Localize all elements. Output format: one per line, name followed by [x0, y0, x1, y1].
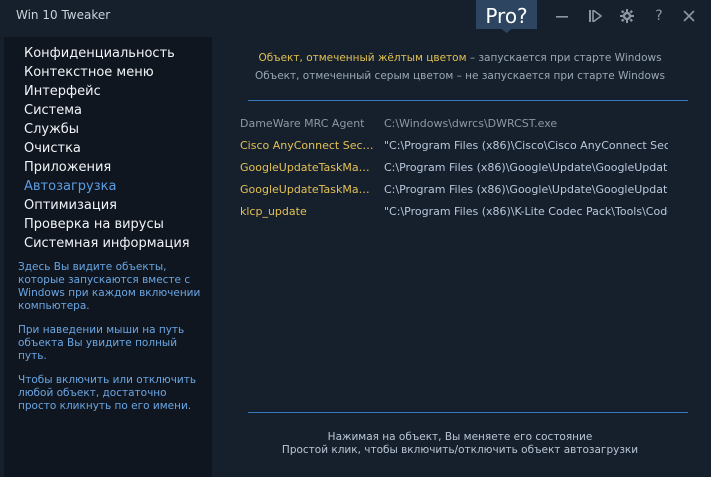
app-window: Win 10 Tweaker Pro? ? Конфиденциальность…	[0, 0, 711, 477]
sidebar-hints: Здесь Вы видите объекты, которые запуска…	[18, 261, 208, 424]
sidebar-hint: Чтобы включить или отключить любой объек…	[18, 374, 197, 412]
top-divider	[248, 100, 688, 101]
minimize-icon[interactable]	[549, 4, 575, 28]
legend-yellow-part: Объект, отмеченный жёлтым цветом	[258, 52, 467, 64]
startup-item-name[interactable]: GoogleUpdateTaskMachi...	[240, 160, 375, 176]
sidebar-item[interactable]: Интерфейс	[4, 82, 212, 101]
window-title: Win 10 Tweaker	[16, 8, 111, 22]
sidebar-item[interactable]: Приложения	[4, 158, 212, 177]
footer-hint-line1: Нажимая на объект, Вы меняете его состоя…	[327, 431, 593, 443]
startup-item-path[interactable]: C:\Program Files (x86)\Google\Update\Goo…	[384, 160, 668, 176]
sidebar-item[interactable]: Контекстное меню	[4, 63, 212, 82]
sidebar: Конфиденциальность Контекстное меню Интерф…	[4, 37, 212, 477]
sidebar-item[interactable]: Конфиденциальность	[4, 44, 212, 63]
startup-item-path[interactable]: C:\Program Files (x86)\Google\Update\Goo…	[384, 182, 668, 198]
startup-item-path[interactable]: "C:\Program Files (x86)\Cisco\Cisco AnyC…	[384, 138, 668, 154]
sidebar-item[interactable]: Автозагрузка	[4, 177, 212, 196]
startup-item-name[interactable]: Cisco AnyConnect Secur...	[240, 138, 375, 154]
startup-item-path[interactable]: C:\Windows\dwrcs\DWRCST.exe	[384, 116, 668, 132]
startup-row: Cisco AnyConnect Secur... "C:\Program Fil…	[240, 138, 700, 160]
startup-row: GoogleUpdateTaskMachi... C:\Program Files…	[240, 182, 700, 204]
footer-hint-line2: Простой клик, чтобы включить/отключить о…	[281, 444, 639, 456]
startup-row: klcp_update "C:\Program Files (x86)\K-Lit…	[240, 204, 700, 226]
legend-disabled-text: Объект, отмеченный серым цветом – не зап…	[255, 70, 665, 82]
sidebar-hint: Здесь Вы видите объекты, которые запуска…	[18, 261, 201, 312]
sidebar-hint: При наведении мыши на путь объекта Вы ув…	[18, 324, 185, 362]
startup-row: DameWare MRC Agent C:\Windows\dwrcs\DWRCS…	[240, 116, 700, 138]
close-icon[interactable]	[676, 4, 702, 28]
sidebar-item[interactable]: Оптимизация	[4, 196, 212, 215]
sidebar-nav: Конфиденциальность Контекстное меню Интерф…	[4, 44, 212, 253]
sidebar-item[interactable]: Очистка	[4, 139, 212, 158]
sidebar-item[interactable]: Система	[4, 101, 212, 120]
sidebar-item[interactable]: Проверка на вирусы	[4, 215, 212, 234]
sidebar-item[interactable]: Системная информация	[4, 234, 212, 253]
pro-badge[interactable]: Pro?	[476, 0, 537, 33]
legend-enabled-text: Объект, отмеченный жёлтым цветом – запус…	[215, 52, 705, 64]
gear-icon[interactable]	[614, 4, 640, 28]
startup-row: GoogleUpdateTaskMachi... C:\Program Files…	[240, 160, 700, 182]
legend-yellow-rest: – запускается при старте Windows	[466, 52, 662, 64]
startup-item-name[interactable]: DameWare MRC Agent	[240, 116, 375, 132]
startup-item-name[interactable]: klcp_update	[240, 204, 375, 220]
startup-item-name[interactable]: GoogleUpdateTaskMachi...	[240, 182, 375, 198]
startup-item-path[interactable]: "C:\Program Files (x86)\K-Lite Codec Pac…	[384, 204, 668, 220]
sidebar-item[interactable]: Службы	[4, 120, 212, 139]
startup-list: DameWare MRC Agent C:\Windows\dwrcs\DWRCS…	[240, 116, 700, 226]
title-bar: Win 10 Tweaker Pro? ?	[0, 0, 711, 33]
play-icon[interactable]	[582, 4, 608, 28]
bottom-divider	[248, 412, 688, 413]
help-icon[interactable]: ?	[646, 4, 672, 28]
